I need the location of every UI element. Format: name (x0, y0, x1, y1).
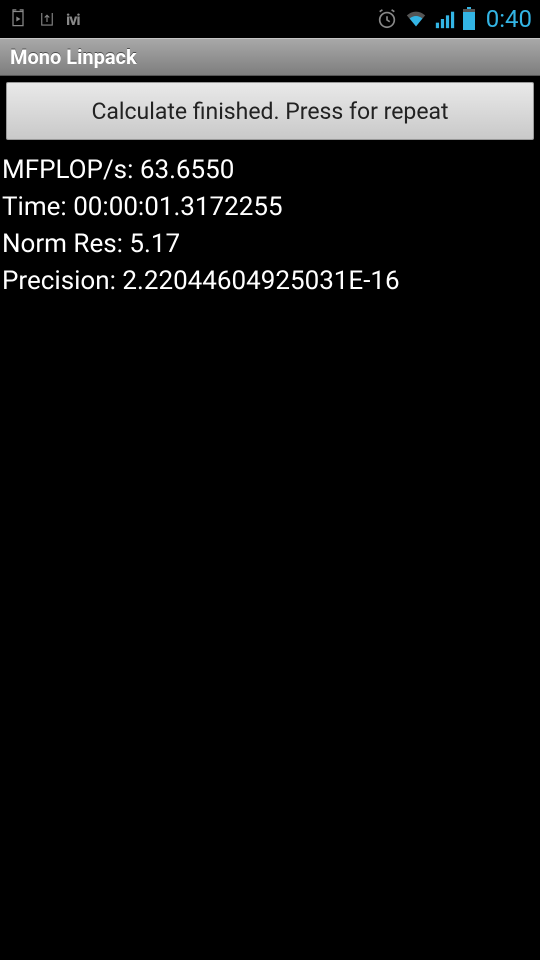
status-bar: ivi (0, 0, 540, 38)
norm-label: Norm Res: (2, 229, 123, 259)
time-value: 00:00:01.3172255 (73, 192, 282, 222)
play-store-icon (8, 9, 28, 29)
time-line: Time: 00:00:01.3172255 (2, 189, 536, 226)
precision-line: Precision: 2.22044604925031E-16 (2, 263, 536, 300)
status-clock: 0:40 (486, 5, 532, 33)
calculate-button-label: Calculate finished. Press for repeat (91, 98, 448, 125)
app-title: Mono Linpack (10, 45, 137, 69)
ivi-icon: ivi (66, 10, 80, 29)
status-left-icons: ivi (8, 9, 80, 29)
mflops-line: MFPLOP/s: 63.6550 (2, 152, 536, 189)
battery-icon (462, 7, 476, 31)
mflops-label: MFPLOP/s: (2, 155, 133, 185)
norm-line: Norm Res: 5.17 (2, 226, 536, 263)
signal-icon (434, 8, 456, 30)
calculate-button[interactable]: Calculate finished. Press for repeat (6, 82, 534, 140)
alarm-icon (376, 8, 398, 30)
results-area: MFPLOP/s: 63.6550 Time: 00:00:01.3172255… (0, 146, 540, 300)
precision-value: 2.22044604925031E-16 (122, 266, 399, 296)
norm-value: 5.17 (129, 229, 180, 259)
wifi-icon (404, 8, 428, 30)
precision-label: Precision: (2, 266, 116, 296)
app-title-bar: Mono Linpack (0, 38, 540, 76)
time-label: Time: (2, 192, 67, 222)
mflops-value: 63.6550 (140, 155, 235, 185)
upload-icon (38, 9, 56, 29)
status-right-icons: 0:40 (376, 5, 532, 33)
